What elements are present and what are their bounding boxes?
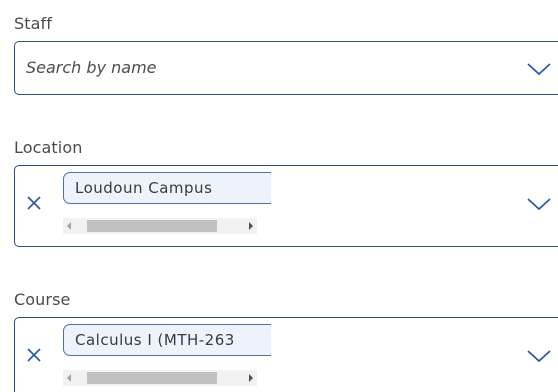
scroll-right-icon[interactable] (249, 374, 253, 382)
selected-chip[interactable]: Calculus I (MTH-263 (63, 324, 271, 356)
scroll-left-icon[interactable] (67, 374, 71, 382)
course-label: Course (14, 290, 71, 309)
staff-search-placeholder[interactable]: Search by name (26, 58, 157, 77)
scrollbar-thumb[interactable] (87, 372, 217, 384)
course-multiselect[interactable]: Calculus I (MTH-263 (14, 317, 558, 392)
scrollbar-thumb[interactable] (87, 220, 217, 232)
horizontal-scrollbar[interactable] (63, 218, 257, 234)
filter-panel: Staff Search by name Location Loudoun Ca… (0, 0, 558, 392)
location-label: Location (14, 138, 83, 157)
selected-items-area: Loudoun Campus (63, 172, 271, 236)
chip-label: Loudoun Campus (75, 179, 213, 197)
staff-search-combobox[interactable]: Search by name (14, 41, 558, 95)
chevron-down-icon[interactable] (525, 348, 553, 364)
close-icon[interactable] (25, 346, 43, 364)
selected-items-area: Calculus I (MTH-263 (63, 324, 271, 388)
close-icon[interactable] (25, 194, 43, 212)
chevron-down-icon[interactable] (525, 61, 553, 77)
scroll-right-icon[interactable] (249, 222, 253, 230)
scroll-left-icon[interactable] (67, 222, 71, 230)
chip-label: Calculus I (MTH-263 (75, 331, 235, 349)
horizontal-scrollbar[interactable] (63, 370, 257, 386)
staff-label: Staff (14, 14, 52, 33)
chevron-down-icon[interactable] (525, 196, 553, 212)
location-multiselect[interactable]: Loudoun Campus (14, 165, 558, 247)
selected-chip[interactable]: Loudoun Campus (63, 172, 271, 204)
